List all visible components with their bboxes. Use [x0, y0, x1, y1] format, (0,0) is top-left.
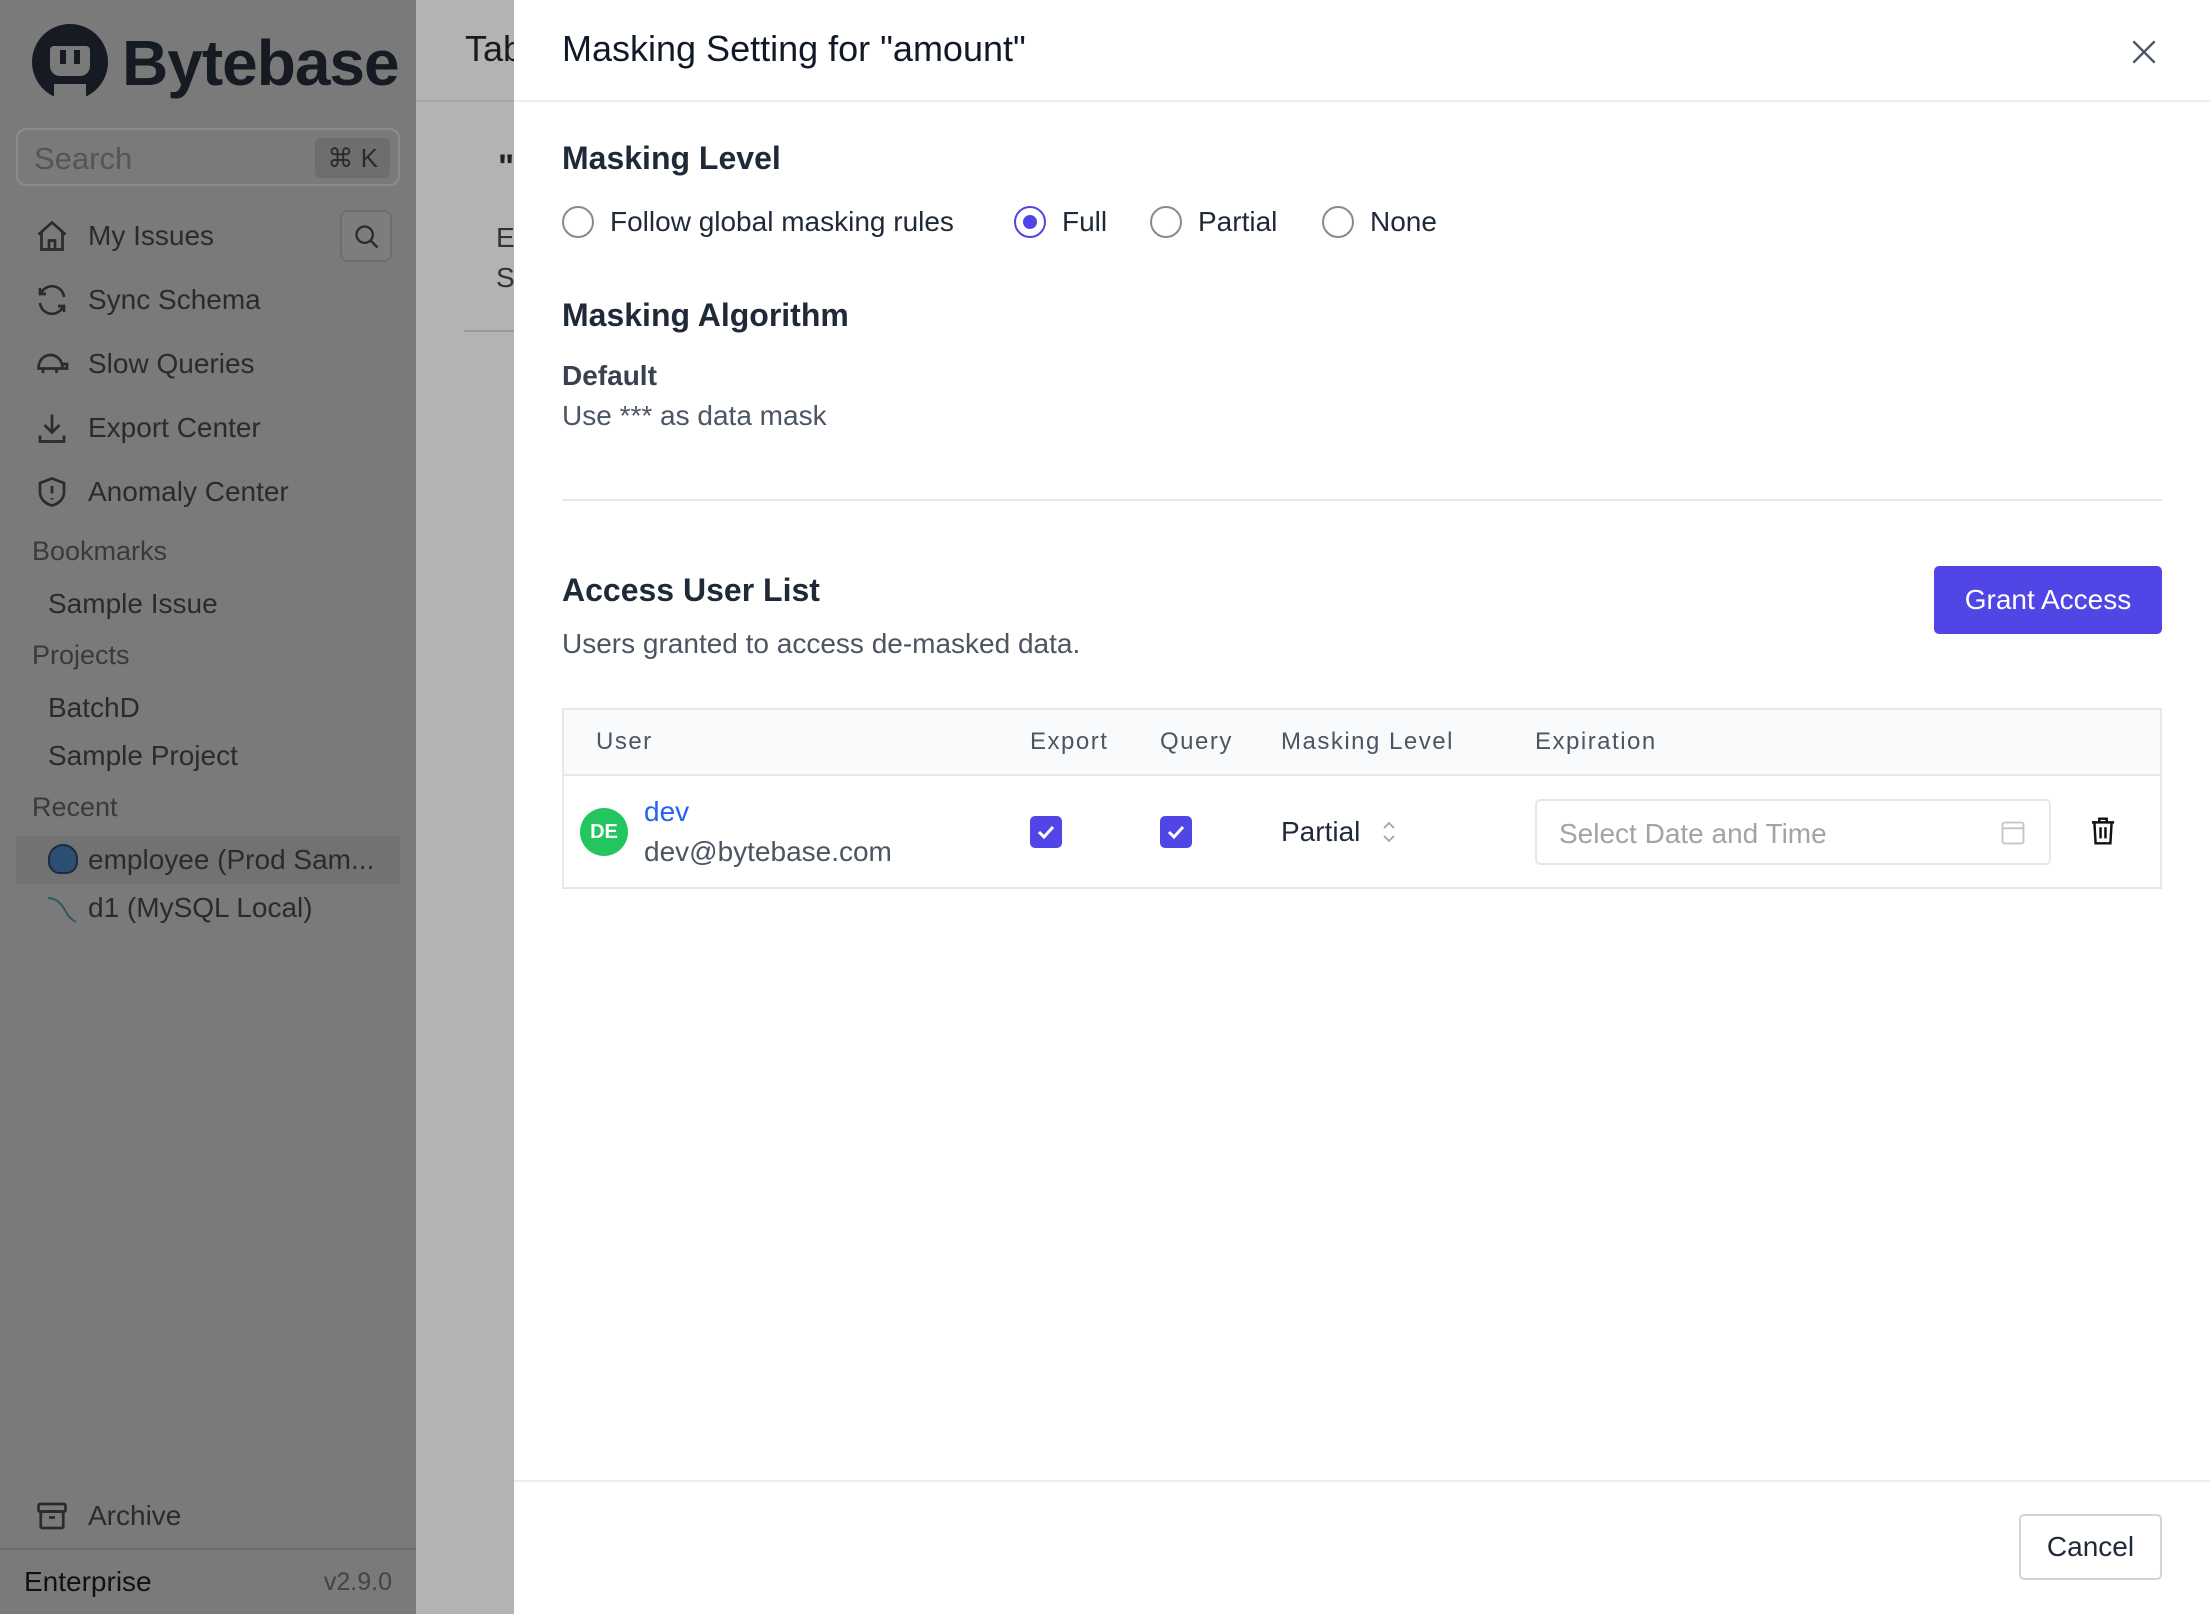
chevron-up-down-icon [1383, 821, 1395, 843]
background-text: " [498, 148, 514, 186]
shield-icon [38, 477, 66, 507]
recent-item-label: d1 (MySQL Local) [88, 892, 313, 923]
masking-level-value: Partial [1281, 816, 1361, 847]
header-divider [514, 100, 2210, 102]
recent-item-d1[interactable]: d1 (MySQL Local) [16, 884, 400, 932]
sidebar-item-anomaly-center[interactable]: Anomaly Center [34, 474, 334, 514]
search-placeholder: Search [34, 141, 133, 176]
radio-label: Full [1062, 206, 1108, 237]
search-input[interactable]: Search ⌘ K [16, 128, 400, 186]
sidebar-item-label: My Issues [88, 220, 215, 251]
sidebar-item-export-center[interactable]: Export Center [34, 410, 334, 450]
masking-level-heading: Masking Level [562, 140, 781, 176]
background-page: Tab " E S [416, 0, 514, 1614]
masking-algorithm-heading: Masking Algorithm [562, 297, 849, 333]
export-checkbox[interactable] [1030, 816, 1062, 848]
expiration-datetime-input[interactable]: Select Date and Time [1535, 799, 2051, 865]
version-label: v2.9.0 [323, 1568, 392, 1596]
recent-item-employee[interactable]: employee (Prod Sam... [16, 836, 400, 884]
algorithm-description: Use *** as data mask [562, 400, 827, 431]
background-text: S [496, 262, 514, 293]
sidebar-item-my-issues[interactable]: My Issues [34, 218, 334, 258]
check-icon [1167, 825, 1185, 840]
access-list-subtitle: Users granted to access de-masked data. [562, 628, 1081, 659]
column-user: User [596, 728, 653, 755]
masking-level-select[interactable]: Partial [1281, 812, 1411, 852]
brand-name: Bytebase [122, 27, 400, 99]
column-masking-level: Masking Level [1281, 728, 1454, 755]
plan-label[interactable]: Enterprise [24, 1566, 152, 1598]
drawer-title: Masking Setting for "amount" [562, 28, 1026, 69]
calendar-icon [2001, 821, 2025, 845]
user-email: dev@bytebase.com [644, 836, 892, 867]
bytebase-logo-icon [32, 24, 108, 102]
section-divider [562, 499, 2162, 501]
user-name-link[interactable]: dev [644, 796, 689, 828]
algorithm-name: Default [562, 360, 657, 391]
recent-label: Recent [32, 792, 118, 822]
sidebar-item-label: Slow Queries [88, 348, 255, 379]
sidebar-item-slow-queries[interactable]: Slow Queries [34, 346, 334, 386]
search-button[interactable] [340, 210, 392, 262]
divider [0, 1548, 416, 1550]
radio-button[interactable] [1150, 206, 1182, 238]
sync-icon [38, 284, 66, 316]
column-export: Export [1030, 728, 1109, 755]
trash-icon[interactable] [2088, 815, 2118, 847]
sidebar-item-label: Export Center [88, 412, 261, 443]
radio-label: Follow global masking rules [610, 206, 954, 237]
download-icon [38, 414, 66, 443]
divider [416, 100, 514, 102]
query-checkbox[interactable] [1160, 816, 1192, 848]
radio-label: None [1370, 206, 1437, 237]
bookmark-item[interactable]: Sample Issue [48, 588, 218, 620]
avatar: DE [580, 808, 628, 856]
project-item[interactable]: Sample Project [48, 740, 238, 772]
grant-access-button[interactable]: Grant Access [1934, 566, 2162, 634]
sidebar-item-label: Anomaly Center [88, 476, 289, 507]
background-title: Tab [465, 28, 514, 69]
mysql-icon [47, 897, 77, 923]
project-item[interactable]: BatchD [48, 692, 140, 724]
shortcut-badge: ⌘ K [315, 138, 390, 178]
close-icon[interactable] [2128, 36, 2160, 68]
footer-divider [514, 1480, 2210, 1482]
background-text: E [496, 222, 514, 253]
search-icon [355, 225, 379, 249]
turtle-icon [37, 353, 69, 373]
postgresql-icon [48, 844, 78, 874]
cancel-button[interactable]: Cancel [2019, 1514, 2162, 1580]
column-expiration: Expiration [1535, 728, 1657, 755]
divider [464, 330, 514, 332]
column-query: Query [1160, 728, 1233, 755]
sidebar: Bytebase Search ⌘ K My Issues Sync Schema… [0, 0, 416, 1614]
check-icon [1037, 825, 1055, 840]
radio-button[interactable] [1322, 206, 1354, 238]
access-list-heading: Access User List [562, 572, 820, 608]
archive-label: Archive [88, 1500, 182, 1531]
archive-icon [37, 1502, 67, 1530]
recent-item-label: employee (Prod Sam... [88, 844, 375, 875]
masking-drawer: Masking Setting for "amount" Masking Lev… [514, 0, 2210, 1614]
projects-label: Projects [32, 640, 130, 670]
sidebar-item-sync-schema[interactable]: Sync Schema [34, 282, 334, 322]
radio-button[interactable] [1014, 206, 1046, 238]
radio-label: Partial [1198, 206, 1278, 237]
radio-button[interactable] [562, 206, 594, 238]
home-icon [37, 220, 67, 251]
sidebar-item-label: Sync Schema [88, 284, 261, 315]
expiration-placeholder: Select Date and Time [1559, 818, 1827, 849]
bookmarks-label: Bookmarks [32, 536, 168, 566]
